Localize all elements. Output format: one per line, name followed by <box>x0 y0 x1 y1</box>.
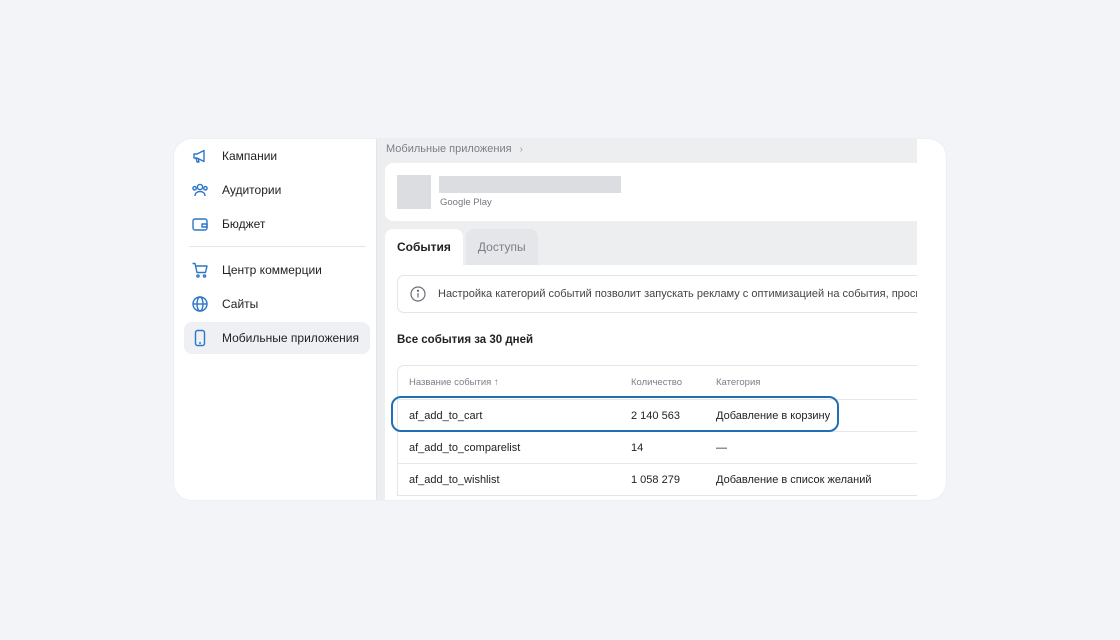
sidebar-item-label: Аудитории <box>222 183 282 197</box>
section-title: Все события за 30 дней <box>397 334 534 346</box>
sidebar-item-label: Центр коммерции <box>222 263 322 277</box>
column-header-category[interactable]: Категория <box>716 366 760 399</box>
users-icon <box>191 181 209 199</box>
event-count: 14 <box>631 441 644 454</box>
sidebar-item-label: Бюджет <box>222 217 266 231</box>
sidebar-item-mobile-apps[interactable]: Мобильные приложения <box>184 322 370 354</box>
sidebar-item-audiences[interactable]: Аудитории <box>184 174 370 206</box>
event-name: af_add_to_cart <box>409 409 483 422</box>
app-name-placeholder <box>439 176 621 193</box>
info-banner: Настройка категорий событий позволит зап… <box>397 275 917 313</box>
app-window: Кампании Аудитории Бюджет Центр коммерци… <box>174 139 946 500</box>
events-panel: Настройка категорий событий позволит зап… <box>385 265 917 500</box>
globe-icon <box>191 295 209 313</box>
table-header: Название события ↑ Количество Категория <box>398 366 917 399</box>
sidebar-item-label: Мобильные приложения <box>222 331 359 345</box>
tab-bar: События Доступы <box>385 229 538 265</box>
sidebar-item-label: Сайты <box>222 297 259 311</box>
app-store-label: Google Play <box>440 197 492 208</box>
sidebar-item-commerce[interactable]: Центр коммерции <box>184 254 370 286</box>
tab-events[interactable]: События <box>385 229 463 265</box>
event-category: Добавление в корзину <box>716 409 831 422</box>
info-icon <box>410 286 426 302</box>
chevron-right-icon: › <box>519 143 523 155</box>
sidebar-divider <box>189 246 366 247</box>
event-category: — <box>716 441 727 454</box>
table-row[interactable]: af_add_to_wishlist 1 058 279 Добавление … <box>398 463 917 495</box>
cart-icon <box>191 261 209 279</box>
megaphone-icon <box>191 147 209 165</box>
event-name: af_add_to_comparelist <box>409 441 521 454</box>
events-table: Название события ↑ Количество Категория … <box>397 365 917 496</box>
sidebar-item-campaigns[interactable]: Кампании <box>184 140 370 172</box>
event-name: af_add_to_wishlist <box>409 473 500 486</box>
wallet-icon <box>191 215 209 233</box>
event-count: 2 140 563 <box>631 409 680 422</box>
sidebar-item-label: Кампании <box>222 149 278 163</box>
breadcrumb-item[interactable]: Мобильные приложения <box>386 143 512 155</box>
table-row[interactable]: af_add_to_comparelist 14 — <box>398 431 917 463</box>
sidebar: Кампании Аудитории Бюджет Центр коммерци… <box>174 139 376 500</box>
info-text: Настройка категорий событий позволит зап… <box>438 288 917 300</box>
phone-icon <box>191 329 209 347</box>
column-header-count[interactable]: Количество <box>631 366 682 399</box>
table-row[interactable]: af_add_to_cart 2 140 563 Добавление в ко… <box>398 399 917 431</box>
sidebar-item-sites[interactable]: Сайты <box>184 288 370 320</box>
sidebar-item-budget[interactable]: Бюджет <box>184 208 370 240</box>
breadcrumb: Мобильные приложения › <box>386 143 523 155</box>
app-icon-placeholder <box>397 175 431 209</box>
event-category: Добавление в список желаний <box>716 473 872 486</box>
column-header-name[interactable]: Название события ↑ <box>409 366 499 399</box>
app-header-card: Google Play <box>385 163 917 221</box>
main-content: Мобильные приложения › Google Play Событ… <box>377 139 917 500</box>
tab-access[interactable]: Доступы <box>465 229 538 265</box>
event-count: 1 058 279 <box>631 473 680 486</box>
